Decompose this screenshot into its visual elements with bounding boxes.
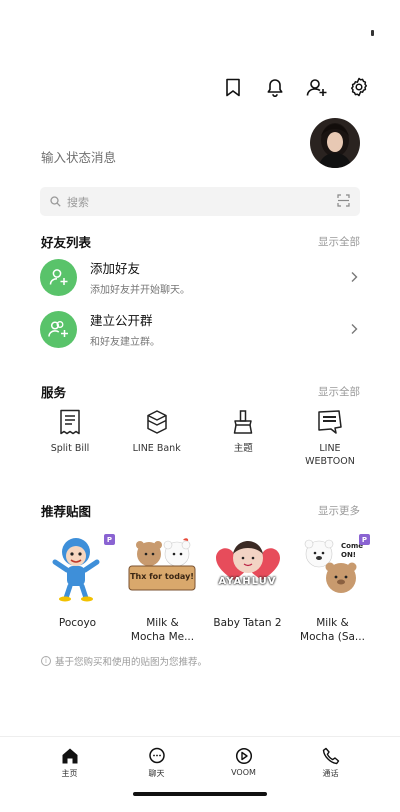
- brush-icon: [232, 408, 254, 436]
- add-friend-title: 添加好友: [90, 261, 141, 276]
- tab-label: 主页: [61, 769, 78, 778]
- service-label: LINE Bank: [132, 443, 181, 454]
- sticker-image: AYAHLUV: [210, 532, 285, 602]
- chevron-right-icon: [351, 272, 358, 282]
- gear-icon[interactable]: [346, 74, 372, 100]
- header-actions: [220, 74, 372, 100]
- service-line-bank[interactable]: LINE Bank: [117, 408, 197, 468]
- stickers-section-title: 推荐贴图: [41, 504, 92, 519]
- bottom-tab-bar: 主页 聊天 VOOM 通话: [0, 736, 400, 812]
- webtoon-icon: [317, 408, 343, 436]
- bookmark-icon[interactable]: [220, 74, 246, 100]
- sticker-list: P Pocoyo Thx for today! Milk & Mocha Me.…: [40, 532, 380, 644]
- status-bar-indicator: [371, 30, 374, 36]
- services-section-header: 服务 显示全部: [41, 382, 360, 401]
- scan-icon[interactable]: [337, 192, 350, 211]
- chat-icon: [148, 747, 165, 764]
- service-label: 主题: [233, 443, 253, 454]
- premium-badge: P: [359, 534, 370, 545]
- sticker-image: Thx for today!: [125, 532, 200, 602]
- search-input[interactable]: 搜索: [67, 194, 337, 210]
- friends-show-all-link[interactable]: 显示全部: [318, 234, 360, 249]
- tab-label: 通话: [322, 769, 339, 778]
- services-show-all-link[interactable]: 显示全部: [318, 384, 360, 399]
- service-label: LINE WEBTOON: [305, 443, 355, 467]
- service-line-webtoon[interactable]: LINE WEBTOON: [290, 408, 370, 468]
- sticker-name: Baby Tatan 2: [213, 617, 282, 629]
- search-bar[interactable]: 搜索: [40, 187, 360, 216]
- receipt-icon: [59, 408, 81, 436]
- tab-voom[interactable]: VOOM: [214, 747, 274, 779]
- avatar[interactable]: [310, 118, 360, 168]
- tab-label: 聊天: [148, 769, 165, 778]
- tab-chat[interactable]: 聊天: [127, 747, 187, 779]
- create-group-title: 建立公开群: [90, 313, 153, 328]
- sticker-item-milk-mocha[interactable]: Thx for today! Milk & Mocha Me...: [125, 532, 200, 644]
- sticker-image: Come ON! P: [295, 532, 370, 602]
- search-icon: [50, 192, 61, 211]
- sticker-image: P: [40, 532, 115, 602]
- add-friend-row[interactable]: 添加好友 添加好友并开始聊天。: [40, 258, 360, 296]
- phone-icon: [322, 747, 339, 765]
- voom-icon: [235, 747, 252, 765]
- info-icon: i: [41, 656, 51, 666]
- create-group-row[interactable]: 建立公开群 和好友建立群。: [40, 310, 360, 348]
- tab-label: VOOM: [231, 768, 256, 777]
- sticker-name: Pocoyo: [58, 617, 97, 629]
- recommendation-note-text: 基于您购买和使用的贴图为您推荐。: [55, 657, 208, 668]
- create-group-subtitle: 和好友建立群。: [90, 337, 160, 348]
- premium-badge: P: [104, 534, 115, 545]
- service-label: Split Bill: [50, 443, 90, 454]
- tab-home[interactable]: 主页: [40, 747, 100, 779]
- sticker-art-text: AYAHLUV: [218, 576, 277, 587]
- add-friend-icon: [40, 258, 77, 296]
- add-friend-subtitle: 添加好友并开始聊天。: [90, 285, 190, 296]
- services-section-title: 服务: [41, 385, 67, 400]
- home-icon: [62, 748, 77, 764]
- tab-call[interactable]: 通话: [301, 747, 361, 779]
- bank-icon: [145, 408, 169, 436]
- service-theme[interactable]: 主题: [203, 408, 283, 468]
- services-list: Split Bill LINE Bank 主题 LINE WEBTOON: [30, 408, 370, 468]
- sticker-name: Milk & Mocha (Sa...: [300, 617, 365, 643]
- friends-section-title: 好友列表: [41, 235, 92, 250]
- bell-icon[interactable]: [262, 74, 288, 100]
- home-indicator: [133, 792, 267, 796]
- stickers-section-header: 推荐贴图 显示更多: [41, 501, 360, 520]
- service-split-bill[interactable]: Split Bill: [30, 408, 110, 468]
- add-friend-icon[interactable]: [304, 74, 330, 100]
- sticker-name: Milk & Mocha Me...: [130, 617, 195, 643]
- friends-section-header: 好友列表 显示全部: [41, 232, 360, 251]
- status-message-input[interactable]: 输入状态消息: [41, 147, 116, 166]
- stickers-show-more-link[interactable]: 显示更多: [318, 503, 360, 518]
- recommendation-note: i 基于您购买和使用的贴图为您推荐。: [41, 654, 207, 668]
- group-add-icon: [40, 310, 77, 348]
- sticker-item-pocoyo[interactable]: P Pocoyo: [40, 532, 115, 644]
- sticker-art-text: Thx for today!: [130, 572, 194, 581]
- sticker-item-baby-tatan[interactable]: AYAHLUV Baby Tatan 2: [210, 532, 285, 644]
- sticker-item-milk-mocha-sa[interactable]: Come ON! P Milk & Mocha (Sa...: [295, 532, 370, 644]
- chevron-right-icon: [351, 324, 358, 334]
